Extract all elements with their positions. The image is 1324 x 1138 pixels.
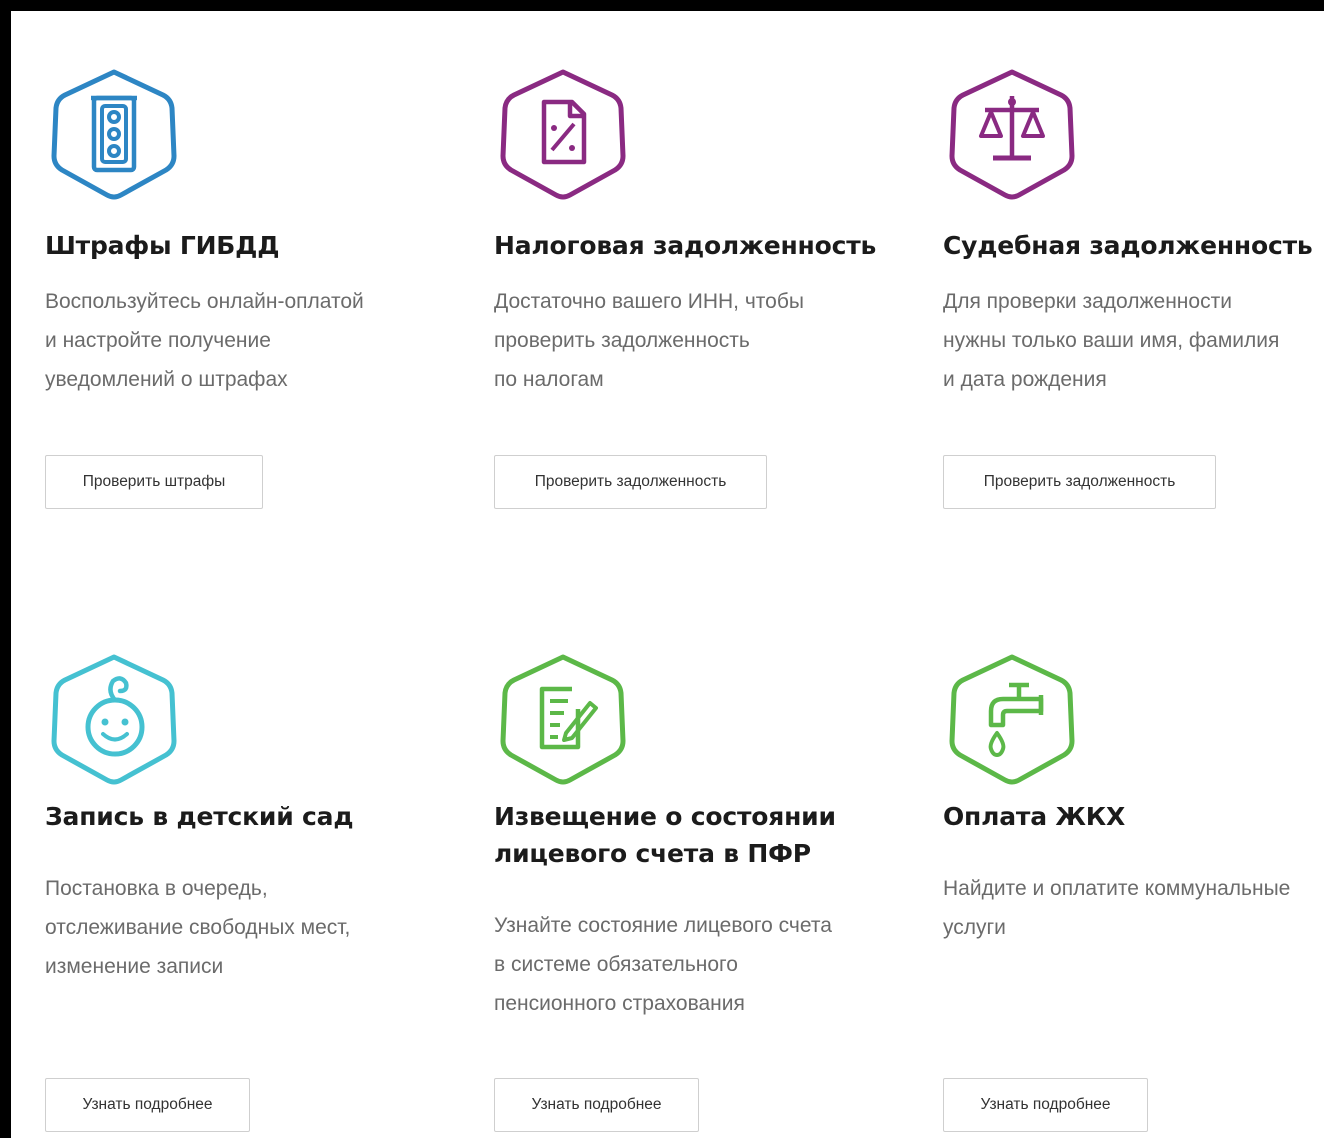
check-court-debt-button[interactable]: Проверить задолженность (943, 455, 1216, 509)
card-description: Воспользуйтесь онлайн-оплатой и настройт… (45, 290, 364, 391)
card-title: Штрафы ГИБДД (45, 231, 280, 260)
check-fines-button[interactable]: Проверить штрафы (45, 455, 263, 509)
baby-face-icon (47, 651, 181, 785)
card-title: Судебная задолженность (943, 231, 1313, 260)
card-description: Для проверки задолженности нужны только … (943, 290, 1280, 391)
check-tax-debt-button[interactable]: Проверить задолженность (494, 455, 767, 509)
scales-icon (945, 66, 1079, 200)
tax-document-icon (496, 66, 630, 200)
services-panel: Штрафы ГИБДД Воспользуйтесь онлайн-оплат… (0, 0, 1324, 1138)
learn-more-utilities-button[interactable]: Узнать подробнее (943, 1078, 1148, 1132)
learn-more-kindergarten-button[interactable]: Узнать подробнее (45, 1078, 250, 1132)
card-description: Постановка в очередь, отслеживание свобо… (45, 877, 351, 978)
learn-more-pension-button[interactable]: Узнать подробнее (494, 1078, 699, 1132)
card-title: Запись в детский сад (45, 802, 354, 831)
water-tap-icon (945, 651, 1079, 785)
card-description: Найдите и оплатите коммунальные услуги (943, 877, 1291, 939)
traffic-light-icon (47, 66, 181, 200)
document-edit-icon (496, 651, 630, 785)
card-title: Извещение о состоянии лицевого счета в П… (494, 802, 836, 868)
card-description: Достаточно вашего ИНН, чтобы проверить з… (494, 290, 804, 391)
card-title: Оплата ЖКХ (943, 802, 1126, 831)
card-title: Налоговая задолженность (494, 231, 877, 260)
card-description: Узнайте состояние лицевого счета в систе… (494, 914, 832, 1015)
